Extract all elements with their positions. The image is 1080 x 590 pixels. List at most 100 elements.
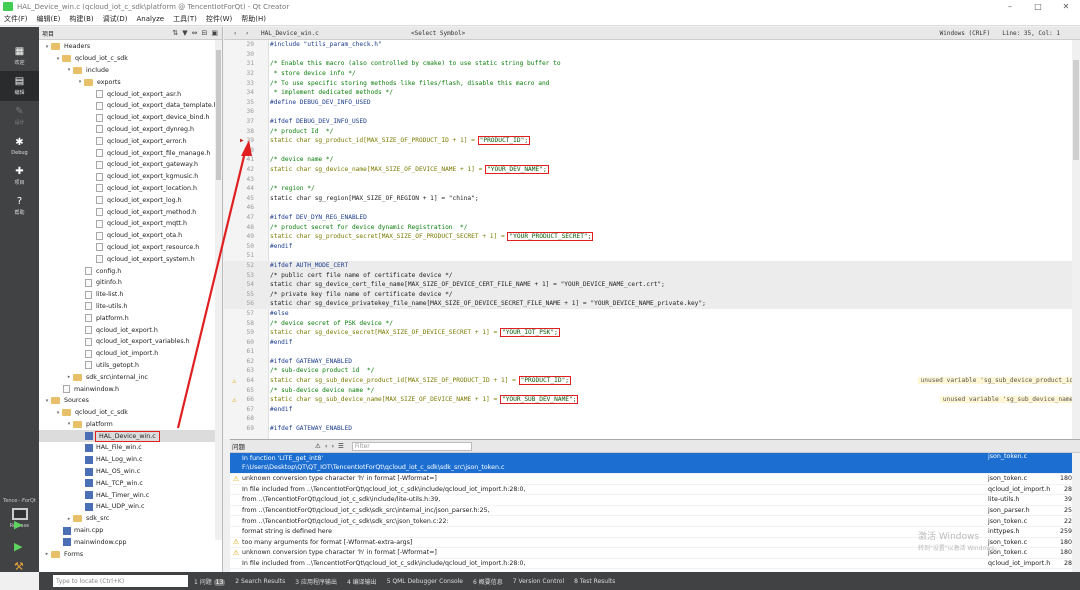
issue-row[interactable]: from ..\TencentIotForQt\qcloud_iot_c_sdk… — [230, 506, 1080, 517]
tree-folder[interactable]: ▸ sdk_src — [39, 513, 222, 525]
tree-folder[interactable]: ▾ platform — [39, 419, 222, 431]
tree-folder[interactable]: ▸ Forms — [39, 548, 222, 560]
filter-dropdown-icon[interactable]: ☰ — [338, 442, 344, 450]
tab-general-messages[interactable]: 6 概要信息 — [473, 577, 503, 586]
symbol-selector[interactable]: <Select Symbol> — [411, 30, 940, 37]
tab-compile-output[interactable]: 4 编译输出 — [347, 577, 377, 586]
issues-scrollbar[interactable] — [1072, 453, 1080, 573]
issue-row[interactable]: In file included from ..\TencentIotForQt… — [230, 559, 1080, 570]
tab-test-results[interactable]: 8 Test Results — [574, 578, 615, 585]
show-warnings-icon[interactable]: ⚠ — [315, 442, 321, 450]
tab-version-control[interactable]: 7 Version Control — [513, 578, 564, 585]
tree-file[interactable]: qcloud_iot_export_log.h — [39, 194, 222, 206]
tree-file[interactable]: qcloud_iot_import.h — [39, 348, 222, 360]
issues-filter-input[interactable]: Filter — [351, 441, 472, 451]
tree-file[interactable]: qcloud_iot_export_data_template.h — [39, 100, 222, 112]
tree-folder[interactable]: ▾ Sources — [39, 395, 222, 407]
close-button[interactable]: ✕ — [1052, 2, 1080, 11]
sync-icon[interactable]: ⇔ — [192, 29, 198, 37]
maximize-button[interactable]: □ — [1024, 2, 1052, 11]
tree-folder[interactable]: ▾ qcloud_iot_c_sdk — [39, 407, 222, 419]
tab-search-results[interactable]: 2 Search Results — [235, 578, 285, 585]
mode-design[interactable]: ✎ 设计 — [0, 101, 39, 131]
tree-file[interactable]: mainwindow.cpp — [39, 536, 222, 548]
tree-file[interactable]: HAL_TCP_win.c — [39, 477, 222, 489]
close-pane-icon[interactable]: ▣ — [211, 29, 218, 37]
tree-file[interactable]: qcloud_iot_export_ota.h — [39, 230, 222, 242]
menu-build[interactable]: 构建(B) — [69, 14, 93, 24]
tree-file[interactable]: qcloud_iot_export_kgmusic.h — [39, 171, 222, 183]
mode-welcome[interactable]: ▦ 欢迎 — [0, 41, 39, 71]
tree-file[interactable]: qcloud_iot_export_variables.h — [39, 336, 222, 348]
project-view-selector[interactable]: 项目 — [42, 29, 54, 38]
issue-row[interactable]: from ..\TencentIotForQt\qcloud_iot_c_sdk… — [230, 516, 1080, 527]
mode-projects[interactable]: ✚ 项目 — [0, 161, 39, 191]
tree-file[interactable]: lite-utils.h — [39, 301, 222, 313]
issue-row[interactable]: In file included from ..\TencentIotForQt… — [230, 485, 1080, 496]
code-area[interactable]: 29 #include "utils_param_check.h" 30 31 /* E… — [224, 40, 1080, 439]
cursor-position[interactable]: Line: 35, Col: 1 — [1002, 30, 1060, 37]
line-ending-indicator[interactable]: Windows (CRLF) — [940, 30, 991, 37]
debug-run-icon[interactable]: ▶ — [14, 541, 26, 553]
tree-file[interactable]: HAL_File_win.c — [39, 442, 222, 454]
tree-file[interactable]: HAL_OS_win.c — [39, 466, 222, 478]
menu-analyze[interactable]: Analyze — [137, 15, 165, 23]
tree-folder[interactable]: ▾ exports — [39, 76, 222, 88]
menu-edit[interactable]: 编辑(E) — [37, 14, 61, 24]
menu-file[interactable]: 文件(F) — [4, 14, 28, 24]
issue-row[interactable]: from ..\TencentIotForQt\qcloud_iot_c_sdk… — [230, 495, 1080, 506]
tree-file[interactable]: qcloud_iot_export_resource.h — [39, 242, 222, 254]
tree-file[interactable]: qcloud_iot_export_asr.h — [39, 88, 222, 100]
tree-file[interactable]: qcloud_iot_export_method.h — [39, 206, 222, 218]
tree-file[interactable]: utils_getopt.h — [39, 360, 222, 372]
tree-file[interactable]: gitinfo.h — [39, 277, 222, 289]
tree-file[interactable]: HAL_UDP_win.c — [39, 501, 222, 513]
tree-folder[interactable]: ▾ qcloud_iot_c_sdk — [39, 53, 222, 65]
issue-row[interactable]: In function 'LITE_get_int8' F:\Users\Desk… — [230, 453, 1080, 474]
mode-debug[interactable]: ✱ Debug — [0, 131, 39, 161]
tree-folder[interactable]: ▾ Headers — [39, 41, 222, 53]
tree-file[interactable]: qcloud_iot_export_file_manage.h — [39, 147, 222, 159]
tree-file[interactable]: qcloud_iot_export_error.h — [39, 135, 222, 147]
tree-file[interactable]: qcloud_iot_export.h — [39, 324, 222, 336]
tree-file[interactable]: qcloud_iot_export_gateway.h — [39, 159, 222, 171]
tree-file[interactable]: qcloud_iot_export_system.h — [39, 253, 222, 265]
filter-icon[interactable]: ▼ — [182, 29, 187, 37]
tree-file[interactable]: HAL_Device_win.c — [39, 430, 222, 443]
tree-folder[interactable]: ▾ include — [39, 65, 222, 77]
build-hammer-icon[interactable]: ⚒ — [14, 561, 26, 573]
prev-issue-icon[interactable]: ‹ — [325, 442, 328, 450]
locator-input[interactable]: Type to locate (Ctrl+K) — [53, 575, 188, 587]
tree-file[interactable]: lite-list.h — [39, 289, 222, 301]
mode-edit[interactable]: ▤ 编辑 — [0, 71, 39, 101]
tab-qml-debugger[interactable]: 5 QML Debugger Console — [387, 578, 463, 585]
next-issue-icon[interactable]: › — [331, 442, 334, 450]
project-scrollbar[interactable] — [215, 40, 222, 540]
tree-folder[interactable]: ▸ sdk_src\internal_inc — [39, 371, 222, 383]
nav-back-icon[interactable]: ‹ — [234, 30, 236, 37]
sort-icon[interactable]: ⇅ — [172, 29, 178, 37]
tree-file[interactable]: HAL_Log_win.c — [39, 454, 222, 466]
issue-row[interactable]: ⚠ unknown conversion type character 'h' i… — [230, 474, 1080, 485]
tree-file[interactable]: platform.h — [39, 312, 222, 324]
run-icon[interactable]: ▶ — [14, 519, 26, 531]
menu-help[interactable]: 帮助(H) — [241, 14, 266, 24]
editor-scrollbar[interactable] — [1072, 40, 1080, 439]
tab-issues[interactable]: 1 问题 13 — [194, 577, 226, 586]
mode-help[interactable]: ? 帮助 — [0, 191, 39, 221]
tree-file[interactable]: config.h — [39, 265, 222, 277]
tree-file[interactable]: qcloud_iot_export_location.h — [39, 183, 222, 195]
minimize-button[interactable]: – — [996, 2, 1024, 11]
menu-window[interactable]: 控件(W) — [206, 14, 232, 24]
split-icon[interactable]: ⊟ — [202, 29, 208, 37]
tree-file[interactable]: main.cpp — [39, 525, 222, 537]
tab-application-output[interactable]: 3 应用程序输出 — [295, 577, 337, 586]
tree-file[interactable]: mainwindow.h — [39, 383, 222, 395]
tree-file[interactable]: qcloud_iot_export_dynreg.h — [39, 124, 222, 136]
tree-file[interactable]: qcloud_iot_export_device_bind.h — [39, 112, 222, 124]
menu-tools[interactable]: 工具(T) — [173, 14, 197, 24]
menu-debug[interactable]: 调试(D) — [103, 14, 128, 24]
tree-file[interactable]: HAL_Timer_win.c — [39, 489, 222, 501]
nav-forward-icon[interactable]: › — [246, 30, 248, 37]
tree-file[interactable]: qcloud_iot_export_mqtt.h — [39, 218, 222, 230]
